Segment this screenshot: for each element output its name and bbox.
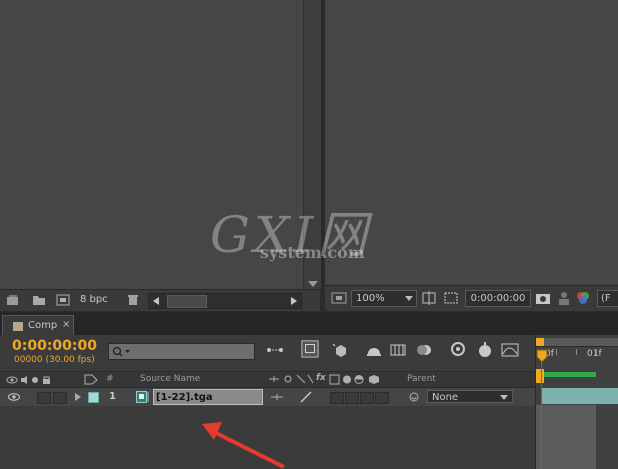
resolution-dropdown[interactable]: (F: [597, 290, 618, 307]
playhead-line[interactable]: [541, 349, 542, 469]
lock-switch[interactable]: [53, 392, 67, 404]
layer-duration-bar[interactable]: [542, 388, 618, 404]
tab-comp-label: Comp: [28, 320, 58, 331]
brainstorm-icon[interactable]: [448, 341, 468, 359]
ruler-tick: [596, 349, 597, 355]
always-preview-icon[interactable]: [331, 291, 347, 305]
viewer-footer: 100% 0:00:00:00 (F: [325, 285, 618, 311]
expand-arrow-icon[interactable]: [75, 393, 81, 401]
draft-3d-icon[interactable]: [330, 341, 350, 359]
pickwhip-icon[interactable]: [408, 391, 420, 403]
close-icon[interactable]: ×: [62, 319, 70, 330]
visibility-eye-icon[interactable]: [8, 393, 20, 401]
safe-zones-icon[interactable]: [421, 290, 437, 306]
column-source-name[interactable]: Source Name: [140, 374, 200, 384]
ruler-tick: [576, 349, 577, 355]
stopwatch-icon[interactable]: [475, 341, 495, 359]
scroll-left-icon[interactable]: [153, 297, 159, 305]
3d-layer-switch[interactable]: [375, 392, 389, 404]
time-navigator-start-handle[interactable]: [536, 338, 544, 346]
chevron-down-icon: [500, 395, 508, 400]
parent-dropdown[interactable]: None: [427, 390, 513, 403]
solo-switch[interactable]: [37, 392, 51, 404]
comp-mini-flowchart-icon[interactable]: [265, 341, 285, 359]
zoom-value: 100%: [356, 293, 385, 304]
watermark-logo: GXI网 system.com: [210, 195, 385, 275]
av-features-icons[interactable]: [6, 375, 68, 385]
trash-icon[interactable]: [126, 294, 140, 306]
search-icon: [112, 346, 130, 357]
resolution-value: (F: [601, 293, 611, 304]
current-time-display[interactable]: 0:00:00:00: [465, 290, 531, 307]
motion-blur-icon[interactable]: [414, 341, 434, 359]
interpret-footage-icon[interactable]: [6, 294, 20, 306]
comp-color-swatch: [13, 322, 23, 331]
work-area-bar[interactable]: [544, 372, 596, 377]
scroll-right-icon[interactable]: [291, 297, 297, 305]
shy-switch-icon[interactable]: [270, 393, 284, 401]
motion-blur-switch[interactable]: [360, 392, 374, 404]
current-time[interactable]: 0:00:00:00: [12, 338, 97, 354]
frame-rate-info: 00000 (30.00 fps): [14, 355, 95, 365]
parent-value: None: [432, 392, 459, 403]
label-tag-icon[interactable]: [84, 374, 98, 385]
project-horizontal-scrollbar[interactable]: [148, 293, 302, 309]
watermark-sub: system.com: [260, 243, 365, 262]
annotation-arrow: [202, 422, 285, 469]
layer-index: 1: [109, 391, 116, 402]
region-of-interest-icon[interactable]: [443, 290, 459, 306]
frame-blending-icon[interactable]: [388, 341, 408, 359]
tab-comp[interactable]: Comp ×: [2, 315, 74, 336]
ruler-tick: [556, 349, 557, 355]
work-area-start-handle[interactable]: [536, 369, 544, 383]
column-fx: fx: [316, 373, 326, 383]
snapshot-camera-icon[interactable]: [535, 291, 551, 305]
label-color-swatch[interactable]: [88, 392, 99, 403]
table-row[interactable]: 1 [1-22].tga None: [0, 388, 535, 406]
playhead-marker-icon[interactable]: [536, 349, 548, 363]
graph-editor-icon[interactable]: [500, 341, 520, 359]
timeline-panel: 0:00:00:00 00000 (30.00 fps) # Source Na…: [0, 335, 618, 469]
chevron-down-icon: [405, 296, 413, 301]
column-number: #: [106, 374, 114, 384]
channel-rgb-icon[interactable]: [575, 290, 591, 306]
bit-depth-label[interactable]: 8 bpc: [80, 294, 108, 305]
new-composition-icon[interactable]: [56, 294, 70, 306]
live-update-icon[interactable]: [300, 340, 320, 358]
zoom-dropdown[interactable]: 100%: [351, 290, 417, 307]
switches-icons[interactable]: [268, 374, 314, 385]
time-navigator[interactable]: [536, 338, 618, 347]
frame-blend-switch[interactable]: [345, 392, 359, 404]
layer-search-input[interactable]: [108, 343, 255, 360]
image-sequence-icon: [136, 391, 149, 403]
layer-source-name-field[interactable]: [1-22].tga: [153, 389, 263, 405]
fx-switch[interactable]: [330, 392, 344, 404]
scroll-thumb[interactable]: [167, 295, 207, 308]
time-ruler-area[interactable]: 0f 01f: [535, 335, 618, 469]
scroll-down-icon[interactable]: [308, 281, 318, 287]
show-snapshot-icon[interactable]: [557, 290, 571, 306]
project-footer: 8 bpc: [0, 289, 320, 311]
ruler-mark-label: 01f: [587, 349, 602, 359]
switches-icons-2[interactable]: [329, 374, 391, 385]
layer-column-header: # Source Name fx Parent: [0, 371, 535, 388]
new-folder-icon[interactable]: [32, 294, 46, 306]
timeline-tab-bar: Comp ×: [0, 312, 618, 336]
column-parent[interactable]: Parent: [407, 374, 436, 384]
shy-layers-icon[interactable]: [364, 341, 384, 359]
quality-switch-icon[interactable]: [299, 391, 313, 403]
layer-area: [536, 405, 596, 469]
